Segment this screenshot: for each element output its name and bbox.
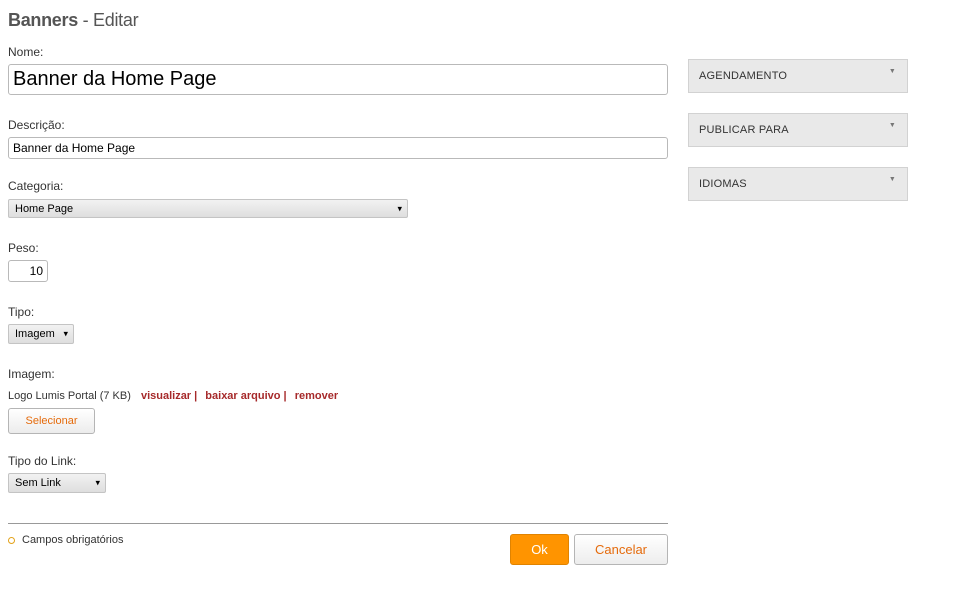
- imagem-file-row: Logo Lumis Portal (7 KB) visualizar | ba…: [8, 390, 338, 402]
- required-note: Campos obrigatórios: [8, 534, 124, 546]
- idiomas-panel[interactable]: IDIOMAS ▼: [688, 167, 908, 201]
- visualizar-link[interactable]: visualizar |: [141, 390, 197, 402]
- tipo-label: Tipo:: [8, 305, 35, 319]
- chevron-down-icon: ▾: [397, 203, 402, 213]
- descricao-input[interactable]: Banner da Home Page: [8, 137, 668, 159]
- categoria-select[interactable]: Home Page ▾: [8, 199, 408, 218]
- page-title-module: Banners: [8, 10, 78, 30]
- categoria-value: Home Page: [15, 202, 74, 215]
- page-title: Banners - Editar: [8, 10, 139, 31]
- selecionar-button[interactable]: Selecionar: [8, 408, 95, 434]
- tipo-link-label: Tipo do Link:: [8, 454, 77, 468]
- chevron-down-icon: ▾: [63, 328, 68, 339]
- baixar-arquivo-link[interactable]: baixar arquivo |: [205, 390, 286, 402]
- ok-button[interactable]: Ok: [510, 534, 569, 565]
- chevron-down-icon: ▾: [95, 477, 100, 488]
- tipo-value: Imagem: [15, 328, 55, 340]
- page-title-action: - Editar: [82, 10, 139, 30]
- tipo-select[interactable]: Imagem ▾: [8, 324, 74, 344]
- tipo-link-value: Sem Link: [15, 477, 61, 489]
- cancel-button[interactable]: Cancelar: [574, 534, 668, 565]
- form-divider: [8, 523, 668, 524]
- peso-input[interactable]: 10: [8, 260, 48, 282]
- descricao-label: Descrição:: [8, 118, 65, 132]
- required-note-text: Campos obrigatórios: [22, 534, 124, 546]
- chevron-down-icon[interactable]: ▼: [889, 68, 896, 75]
- idiomas-label: IDIOMAS: [699, 178, 747, 190]
- remover-link[interactable]: remover: [295, 390, 338, 402]
- chevron-down-icon[interactable]: ▼: [889, 122, 896, 129]
- categoria-label: Categoria:: [8, 179, 64, 193]
- nome-label: Nome:: [8, 45, 44, 59]
- imagem-label: Imagem:: [8, 367, 55, 381]
- chevron-down-icon[interactable]: ▼: [889, 176, 896, 183]
- peso-label: Peso:: [8, 241, 39, 255]
- agendamento-label: AGENDAMENTO: [699, 70, 788, 82]
- agendamento-panel[interactable]: AGENDAMENTO ▼: [688, 59, 908, 93]
- required-marker-icon: [8, 536, 15, 544]
- imagem-file-name: Logo Lumis Portal (7 KB): [8, 390, 131, 402]
- publicar-para-panel[interactable]: PUBLICAR PARA ▼: [688, 113, 908, 147]
- publicar-para-label: PUBLICAR PARA: [699, 124, 789, 136]
- tipo-link-select[interactable]: Sem Link ▾: [8, 473, 106, 493]
- nome-input[interactable]: Banner da Home Page: [8, 64, 668, 95]
